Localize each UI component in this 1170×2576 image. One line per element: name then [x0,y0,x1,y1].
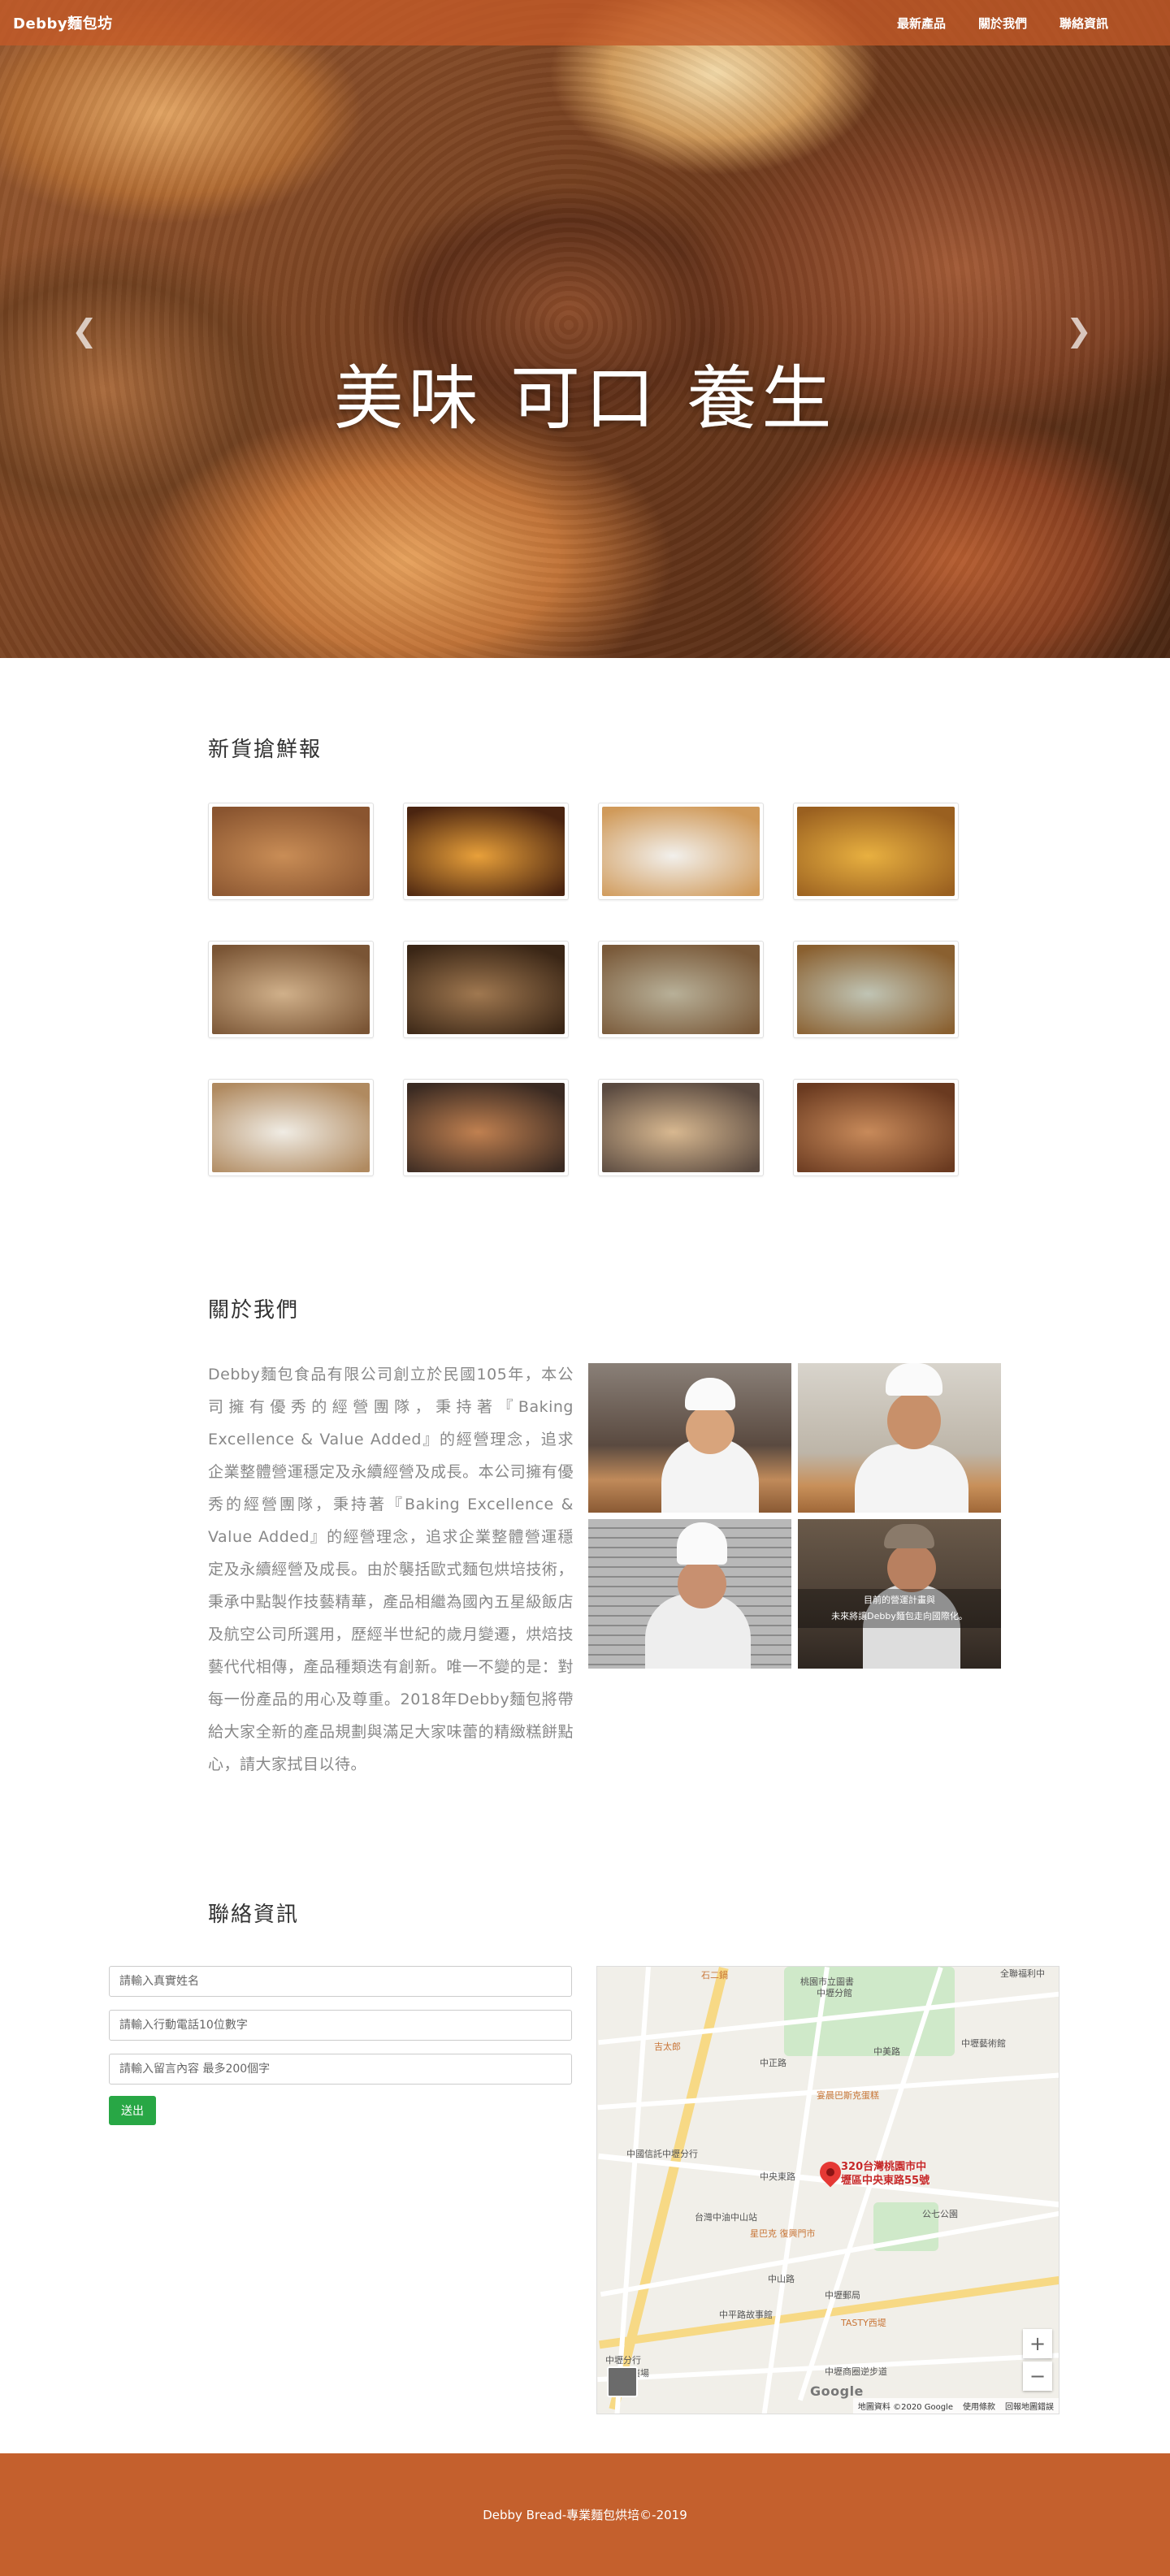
message-input[interactable] [109,2054,572,2085]
hero-carousel: 美味 可口 養生 ❮ ❯ [0,0,1170,658]
zoom-in-button[interactable]: + [1023,2329,1052,2358]
map-label: 公七公園 [922,2209,958,2219]
product-thumbnail-sourdough-board[interactable] [208,1079,374,1176]
nav-link-contact[interactable]: 聯絡資訊 [1043,15,1124,32]
nav-link-about[interactable]: 關於我們 [962,15,1043,32]
about-text: Debby麵包食品有限公司創立於民國105年，本公司擁有優秀的經營團隊，秉持著『… [208,1366,574,1773]
team-photo-baker-3 [588,1519,791,1669]
team-photo-caption: 目前的營運計畫與 未來將讓Debby麵包走向國際化。 [798,1589,1001,1628]
product-thumbnail-oven-baking[interactable] [403,803,569,900]
map-report-link[interactable]: 回報地圖錯誤 [1005,2400,1054,2412]
map-label: 中國信託中壢分行 [626,2149,698,2159]
products-title: 新貨搶鮮報 [208,738,323,762]
product-image [797,945,955,1034]
map-address-label: 320台灣桃園市中 壢區中央東路55號 [841,2161,930,2187]
product-image [602,807,760,896]
product-image [212,1083,370,1172]
team-photo-baker-2 [798,1363,1001,1513]
product-thumbnail-sugar-croissant[interactable] [598,803,764,900]
map-label: TASTY西堤 [841,2318,886,2328]
map-label: 中山路 [768,2274,795,2284]
chevron-right-icon[interactable]: ❯ [1066,313,1092,349]
map-label: 中央東路 [760,2171,795,2182]
map-label: 星巴克 復興門市 [750,2228,816,2239]
map-label: 中美路 [873,2046,900,2057]
product-thumbnail-artisan-bread-loaves[interactable] [208,803,374,900]
product-thumbnail-rustic-loaf-basket[interactable] [598,941,764,1038]
product-image [212,945,370,1034]
product-image [797,1083,955,1172]
product-image [602,945,760,1034]
name-input[interactable] [109,1966,572,1997]
map-data-credit: 地圖資料 ©2020 Google [857,2403,953,2412]
product-image [212,807,370,896]
brand-logo[interactable]: Debby麵包坊 [13,12,113,33]
phone-input[interactable] [109,2010,572,2041]
product-thumbnail-bread-shelves[interactable] [403,941,569,1038]
map-label: 吉太郎 [654,2041,681,2052]
map-label: 中壢分行 [605,2355,641,2366]
product-image [407,807,565,896]
product-thumbnail-poppy-bagel[interactable] [403,1079,569,1176]
product-thumbnail-country-breads[interactable] [793,1079,959,1176]
google-map[interactable]: 石二鍋 桃園市立圖書 中壢分館 全聯福利中 吉太郎 中正路 中美路 中壢藝術館 … [596,1966,1060,2414]
footer-copyright: Debby Bread-專業麵包烘培©-2019 [483,2508,687,2522]
map-label: 中壢分館 [817,1988,852,1998]
map-terms-link[interactable]: 使用條款 [963,2400,995,2412]
map-label: 中平路故事館 [719,2310,773,2320]
map-satellite-toggle[interactable] [607,2366,638,2397]
nav-link-new-products[interactable]: 最新產品 [881,15,962,32]
google-logo: Google [810,2383,864,2399]
team-photo-baker-4: 目前的營運計畫與 未來將讓Debby麵包走向國際化。 [798,1519,1001,1669]
hero-bread-image [0,0,1170,658]
navbar: Debby麵包坊 最新產品 關於我們 聯絡資訊 [0,0,1170,45]
product-thumbnail-sliced-cake[interactable] [793,941,959,1038]
zoom-out-button[interactable]: − [1023,2362,1052,2391]
team-photo-baker-1 [588,1363,791,1513]
map-label: 宴晨巴斯克蛋糕 [817,2090,879,2101]
product-thumbnail-bread-basket[interactable] [208,941,374,1038]
contact-title: 聯絡資訊 [208,1903,300,1927]
product-image [407,945,565,1034]
chevron-left-icon[interactable]: ❮ [72,313,98,349]
product-thumbnail-custard-pastries[interactable] [793,803,959,900]
nav-links: 最新產品 關於我們 聯絡資訊 [881,15,1124,32]
map-label: 台灣中油中山站 [695,2212,757,2223]
map-label: 石二鍋 [701,1970,728,1981]
footer: Debby Bread-專業麵包烘培©-2019 [0,2453,1170,2576]
map-label: 中壢商圈逆步道 [825,2366,887,2377]
hero-title: 美味 可口 養生 [333,358,837,439]
product-thumbnail-baguette-pieces[interactable] [598,1079,764,1176]
submit-button[interactable]: 送出 [109,2096,156,2125]
map-label: 全聯福利中 [1000,1968,1045,1979]
product-image [797,807,955,896]
map-label: 中壢郵局 [825,2290,860,2301]
about-title: 關於我們 [208,1298,300,1323]
product-image [407,1083,565,1172]
map-attribution: 地圖資料 ©2020 Google 使用條款 回報地圖錯誤 [852,2398,1059,2414]
map-label: 中正路 [760,2058,786,2068]
product-image [602,1083,760,1172]
map-label: 中壢藝術館 [961,2038,1006,2049]
